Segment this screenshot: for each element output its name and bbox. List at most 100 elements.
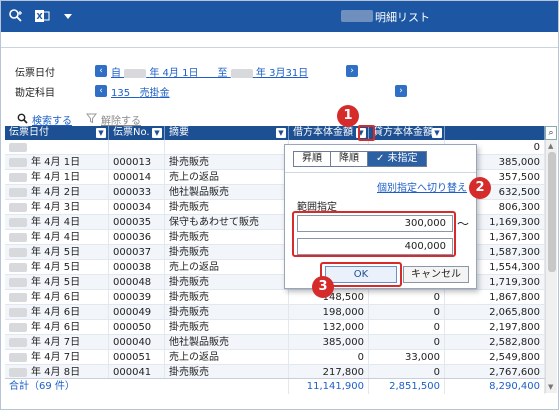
sort-ascending-button[interactable]: 昇順 — [294, 152, 331, 166]
date-from-prefix: 自 — [111, 68, 121, 79]
table-row[interactable]: 年 4月 7日 000040 他社製品販売 385,000 0 2,582,800 — [5, 335, 545, 350]
table-cell — [5, 140, 109, 155]
table-row[interactable]: 年 4月 6日 000049 掛売販売 198,000 0 2,065,800 — [5, 305, 545, 320]
table-row[interactable]: 年 4月 7日 000051 売上の返品 0 33,000 2,549,800 — [5, 350, 545, 365]
table-cell: 掛売販売 — [165, 230, 289, 245]
table-cell: 掛売販売 — [165, 275, 289, 290]
table-cell: 年 4月 4日 — [5, 215, 109, 230]
year-redacted — [9, 202, 27, 212]
column-header-credit[interactable]: 貸方本体金額 ▼ — [369, 126, 445, 140]
svg-text:X: X — [37, 12, 44, 21]
table-cell: 385,000 — [289, 335, 369, 350]
chevron-down-icon[interactable]: ▼ — [432, 128, 442, 138]
date-text: 年 4月 6日 — [31, 292, 81, 303]
date-text: 年 4月 3日 — [31, 202, 81, 213]
table-cell: 000048 — [109, 275, 165, 290]
filter-header: 伝票日付 ‹ 自 年 4月 1日 至 年 3月31日 › 勘定科目 ‹ 135 … — [13, 63, 553, 103]
year-redacted — [9, 367, 27, 377]
search-link[interactable]: 検索する — [32, 112, 72, 127]
table-cell: 掛売販売 — [165, 290, 289, 305]
table-cell: 年 4月 6日 — [5, 320, 109, 335]
date-text: 年 4月 5日 — [31, 247, 81, 258]
excel-export-icon[interactable]: X — [33, 7, 51, 25]
search-bar: 検索する 解除する — [17, 112, 141, 127]
table-cell: 年 4月 2日 — [5, 185, 109, 200]
date-text: 年 4月 1日 — [31, 172, 81, 183]
column-header-description[interactable]: 摘要 ▼ — [165, 126, 289, 140]
table-cell: 000037 — [109, 245, 165, 260]
table-cell: 000034 — [109, 200, 165, 215]
table-cell: 売上の返品 — [165, 350, 289, 365]
date-to-prefix: 至 — [217, 68, 228, 79]
year-redacted — [9, 352, 27, 362]
table-row[interactable]: 年 4月 6日 000039 掛売販売 148,500 0 1,867,800 — [5, 290, 545, 305]
total-label: 合計（69 件） — [5, 379, 289, 394]
year-redacted — [9, 187, 27, 197]
date-next-button[interactable]: › — [346, 65, 358, 77]
scroll-thumb[interactable] — [548, 152, 556, 272]
account-prev-button[interactable]: ‹ — [95, 85, 107, 97]
column-header-debit[interactable]: 借方本体金額 ▼ — [289, 126, 369, 140]
column-header-balance — [445, 126, 545, 140]
chevron-down-icon[interactable]: ▼ — [96, 128, 106, 138]
toolbar-icons: X — [7, 7, 77, 25]
table-cell: 年 4月 5日 — [5, 260, 109, 275]
scroll-up-icon[interactable]: ▲ — [548, 142, 553, 150]
year-redacted — [124, 68, 147, 78]
search-plus-icon[interactable] — [7, 7, 25, 25]
title-bar: X 明細リスト — [1, 1, 558, 32]
account-row: 勘定科目 ‹ 135 売掛金 › — [13, 83, 553, 99]
date-range-link[interactable]: 自 年 4月 1日 至 年 3月31日 — [111, 64, 308, 79]
date-text: 年 4月 4日 — [31, 217, 81, 228]
date-text: 年 4月 2日 — [31, 187, 81, 198]
table-cell: 他社製品販売 — [165, 185, 289, 200]
sort-descending-button[interactable]: 降順 — [331, 152, 368, 166]
step-badge-3: 3 — [312, 276, 334, 298]
chevron-down-icon[interactable]: ▼ — [276, 128, 286, 138]
date-text: 年 4月 6日 — [31, 307, 81, 318]
date-prev-button[interactable]: ‹ — [95, 65, 107, 77]
column-header-date[interactable]: 伝票日付 ▼ — [5, 126, 109, 140]
year-redacted — [9, 292, 27, 302]
date-text: 年 4月 6日 — [31, 322, 81, 333]
clear-search-link[interactable]: 解除する — [101, 112, 141, 127]
table-row[interactable]: 年 4月 6日 000050 掛売販売 132,000 0 2,197,800 — [5, 320, 545, 335]
step1-highlight — [358, 125, 375, 141]
dropdown-arrow-icon[interactable] — [59, 7, 77, 25]
table-cell: 掛売販売 — [165, 320, 289, 335]
table-cell: 売上の返品 — [165, 260, 289, 275]
column-header-slip-no[interactable]: 伝票No. ▼ — [109, 126, 165, 140]
switch-to-individual-link[interactable]: 個別指定へ切り替え — [377, 179, 467, 194]
year-redacted — [9, 232, 27, 242]
account-label: 勘定科目 — [15, 88, 55, 99]
table-cell: 年 4月 1日 — [5, 170, 109, 185]
scroll-down-icon[interactable]: ▼ — [548, 383, 553, 391]
table-cell: 2,549,800 — [445, 350, 545, 365]
date-text: 年 4月 4日 — [31, 232, 81, 243]
table-cell: 000050 — [109, 320, 165, 335]
table-cell — [109, 140, 165, 155]
year-redacted — [9, 262, 27, 272]
table-search-icon[interactable]: ⌕ — [545, 126, 557, 140]
table-cell: 年 4月 5日 — [5, 275, 109, 290]
total-balance: 8,290,400 — [445, 379, 545, 394]
window-title: 明細リスト — [375, 11, 430, 24]
vertical-scrollbar[interactable]: ▲ ▼ — [545, 140, 557, 393]
step-badge-1: 1 — [337, 105, 359, 127]
column-filter-popup: 昇順 降順 ✓ 未指定 個別指定へ切り替え 範囲指定 300,000 ～ 400… — [284, 144, 477, 289]
chevron-down-icon[interactable]: ▼ — [152, 128, 162, 138]
table-cell: 000014 — [109, 170, 165, 185]
account-next-button[interactable]: › — [395, 85, 407, 97]
sort-none-button[interactable]: ✓ 未指定 — [368, 152, 426, 166]
table-cell: 0 — [369, 320, 445, 335]
cancel-button[interactable]: キャンセル — [403, 266, 469, 283]
table-cell: 年 4月 6日 — [5, 290, 109, 305]
table-cell: 0 — [369, 290, 445, 305]
total-credit: 2,851,500 — [369, 379, 445, 394]
account-link[interactable]: 135 売掛金 — [111, 84, 170, 99]
table-cell: 年 4月 7日 — [5, 350, 109, 365]
range-tilde: ～ — [457, 217, 470, 231]
year-redacted — [9, 337, 27, 347]
table-cell: 掛売販売 — [165, 245, 289, 260]
filter-clear-icon — [85, 113, 98, 127]
